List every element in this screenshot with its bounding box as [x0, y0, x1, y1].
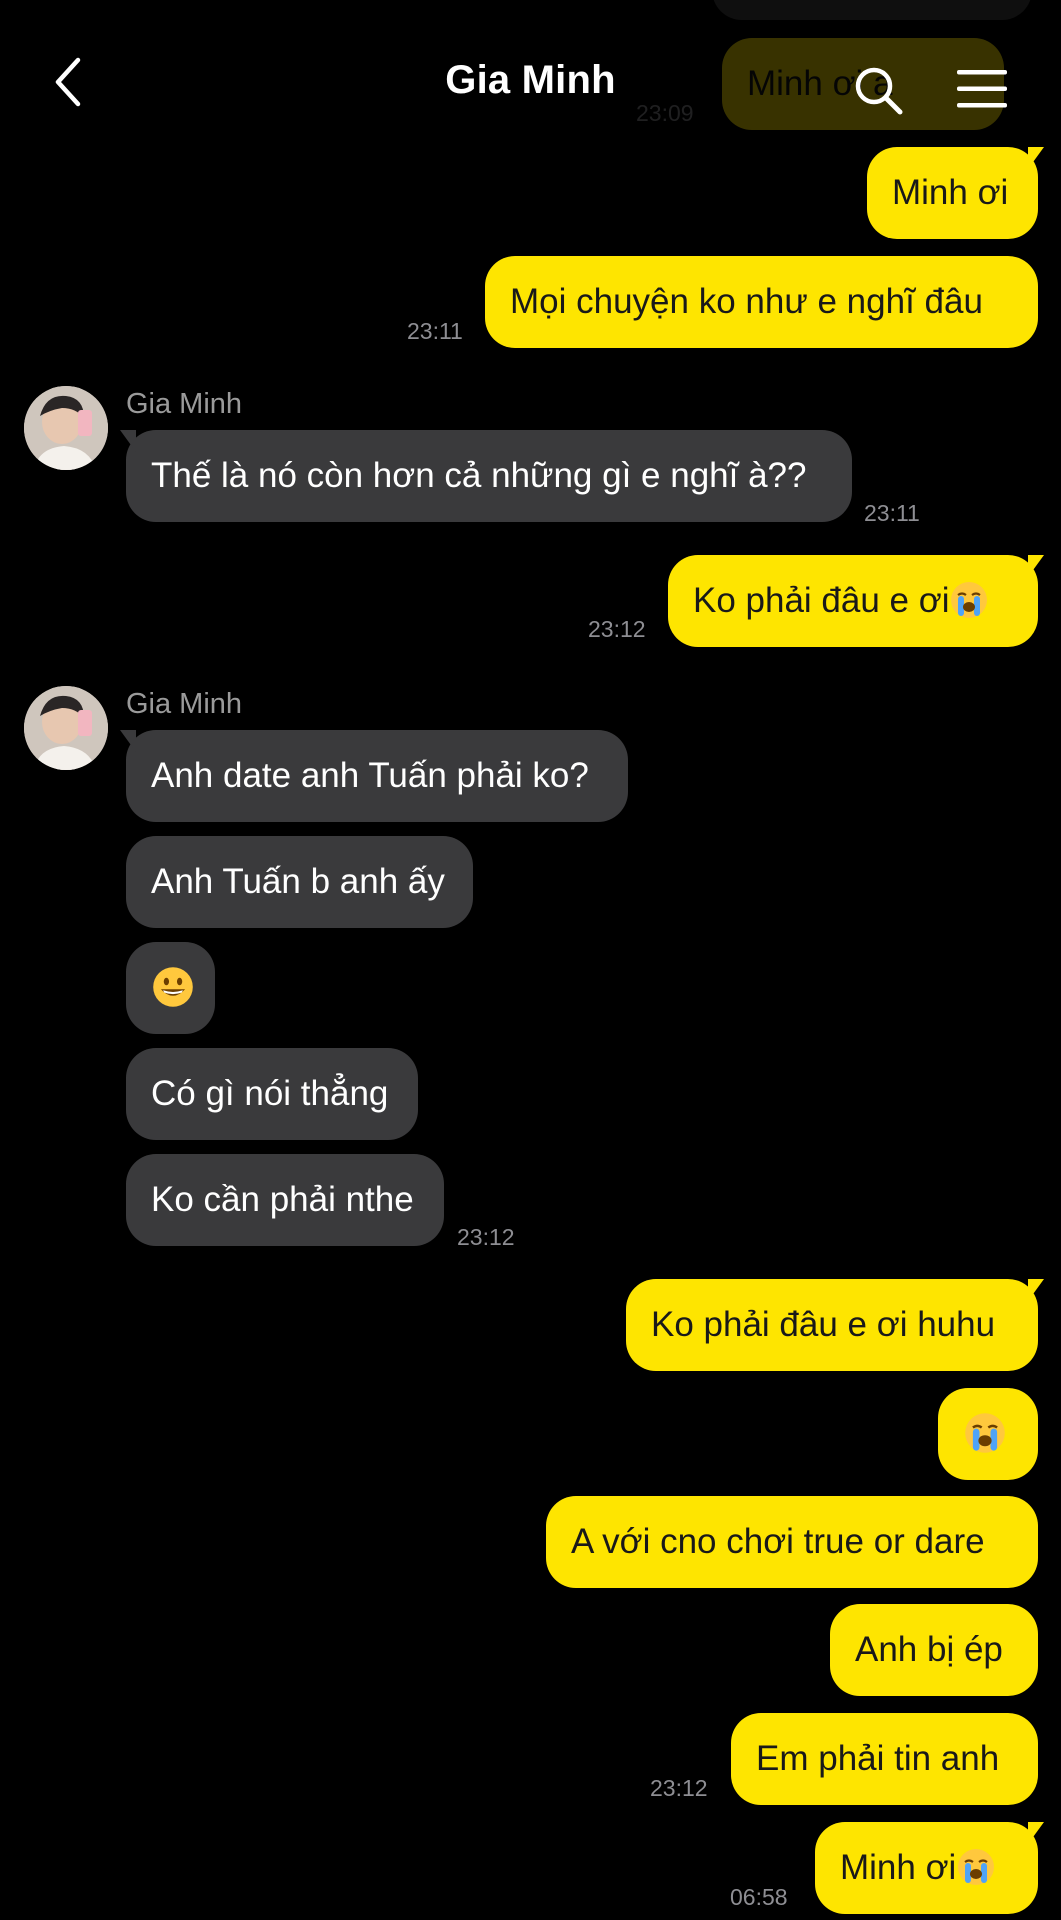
- loudly-crying-face-emoji: [963, 1413, 1007, 1453]
- outgoing-message-bubble[interactable]: Minh ơi: [815, 1822, 1044, 1914]
- outgoing-message-bubble[interactable]: A với cno chơi true or dare: [546, 1496, 1038, 1588]
- timestamp: 23:12: [457, 1224, 515, 1250]
- menu-button[interactable]: [955, 68, 1009, 110]
- sender-name: Gia Minh: [126, 388, 243, 420]
- profile-photo: [24, 386, 108, 470]
- incoming-message-bubble[interactable]: Thế là nó còn hơn cả những gì e nghĩ à??: [120, 430, 852, 522]
- grinning-face-emoji: [151, 967, 195, 1007]
- avatar[interactable]: [24, 386, 108, 470]
- timestamp: 23:12: [650, 1775, 708, 1801]
- outgoing-message-bubble[interactable]: Mọi chuyện ko như e nghĩ đâu: [485, 256, 1038, 348]
- chat-header: Gia Minh: [0, 0, 1061, 165]
- incoming-message-bubble[interactable]: [126, 942, 215, 1034]
- incoming-message-bubble[interactable]: Ko cần phải nthe: [126, 1154, 444, 1246]
- outgoing-message-bubble[interactable]: Anh bị ép: [830, 1604, 1038, 1696]
- sender-name: Gia Minh: [126, 688, 243, 720]
- timestamp: 06:58: [730, 1884, 788, 1910]
- incoming-message-bubble[interactable]: Anh date anh Tuấn phải ko?: [120, 730, 628, 822]
- outgoing-message-bubble[interactable]: [938, 1388, 1038, 1480]
- search-button[interactable]: [852, 64, 906, 118]
- timestamp: 23:11: [407, 318, 463, 344]
- outgoing-message-bubble[interactable]: Em phải tin anh: [731, 1713, 1038, 1805]
- hamburger-menu-icon: [957, 70, 1007, 108]
- loudly-crying-face-emoji: [956, 1848, 996, 1887]
- profile-photo: [24, 686, 108, 770]
- timestamp: 23:12: [588, 616, 646, 642]
- incoming-message-bubble[interactable]: Anh Tuấn b anh ấy: [126, 836, 473, 928]
- avatar[interactable]: [24, 686, 108, 770]
- search-icon: [855, 67, 903, 115]
- outgoing-message-bubble[interactable]: Ko phải đâu e ơi: [668, 555, 1044, 647]
- incoming-message-bubble[interactable]: Có gì nói thẳng: [126, 1048, 418, 1140]
- outgoing-message-bubble[interactable]: Ko phải đâu e ơi huhu: [626, 1279, 1044, 1371]
- timestamp: 23:11: [864, 500, 920, 526]
- loudly-crying-face-emoji: [949, 581, 989, 621]
